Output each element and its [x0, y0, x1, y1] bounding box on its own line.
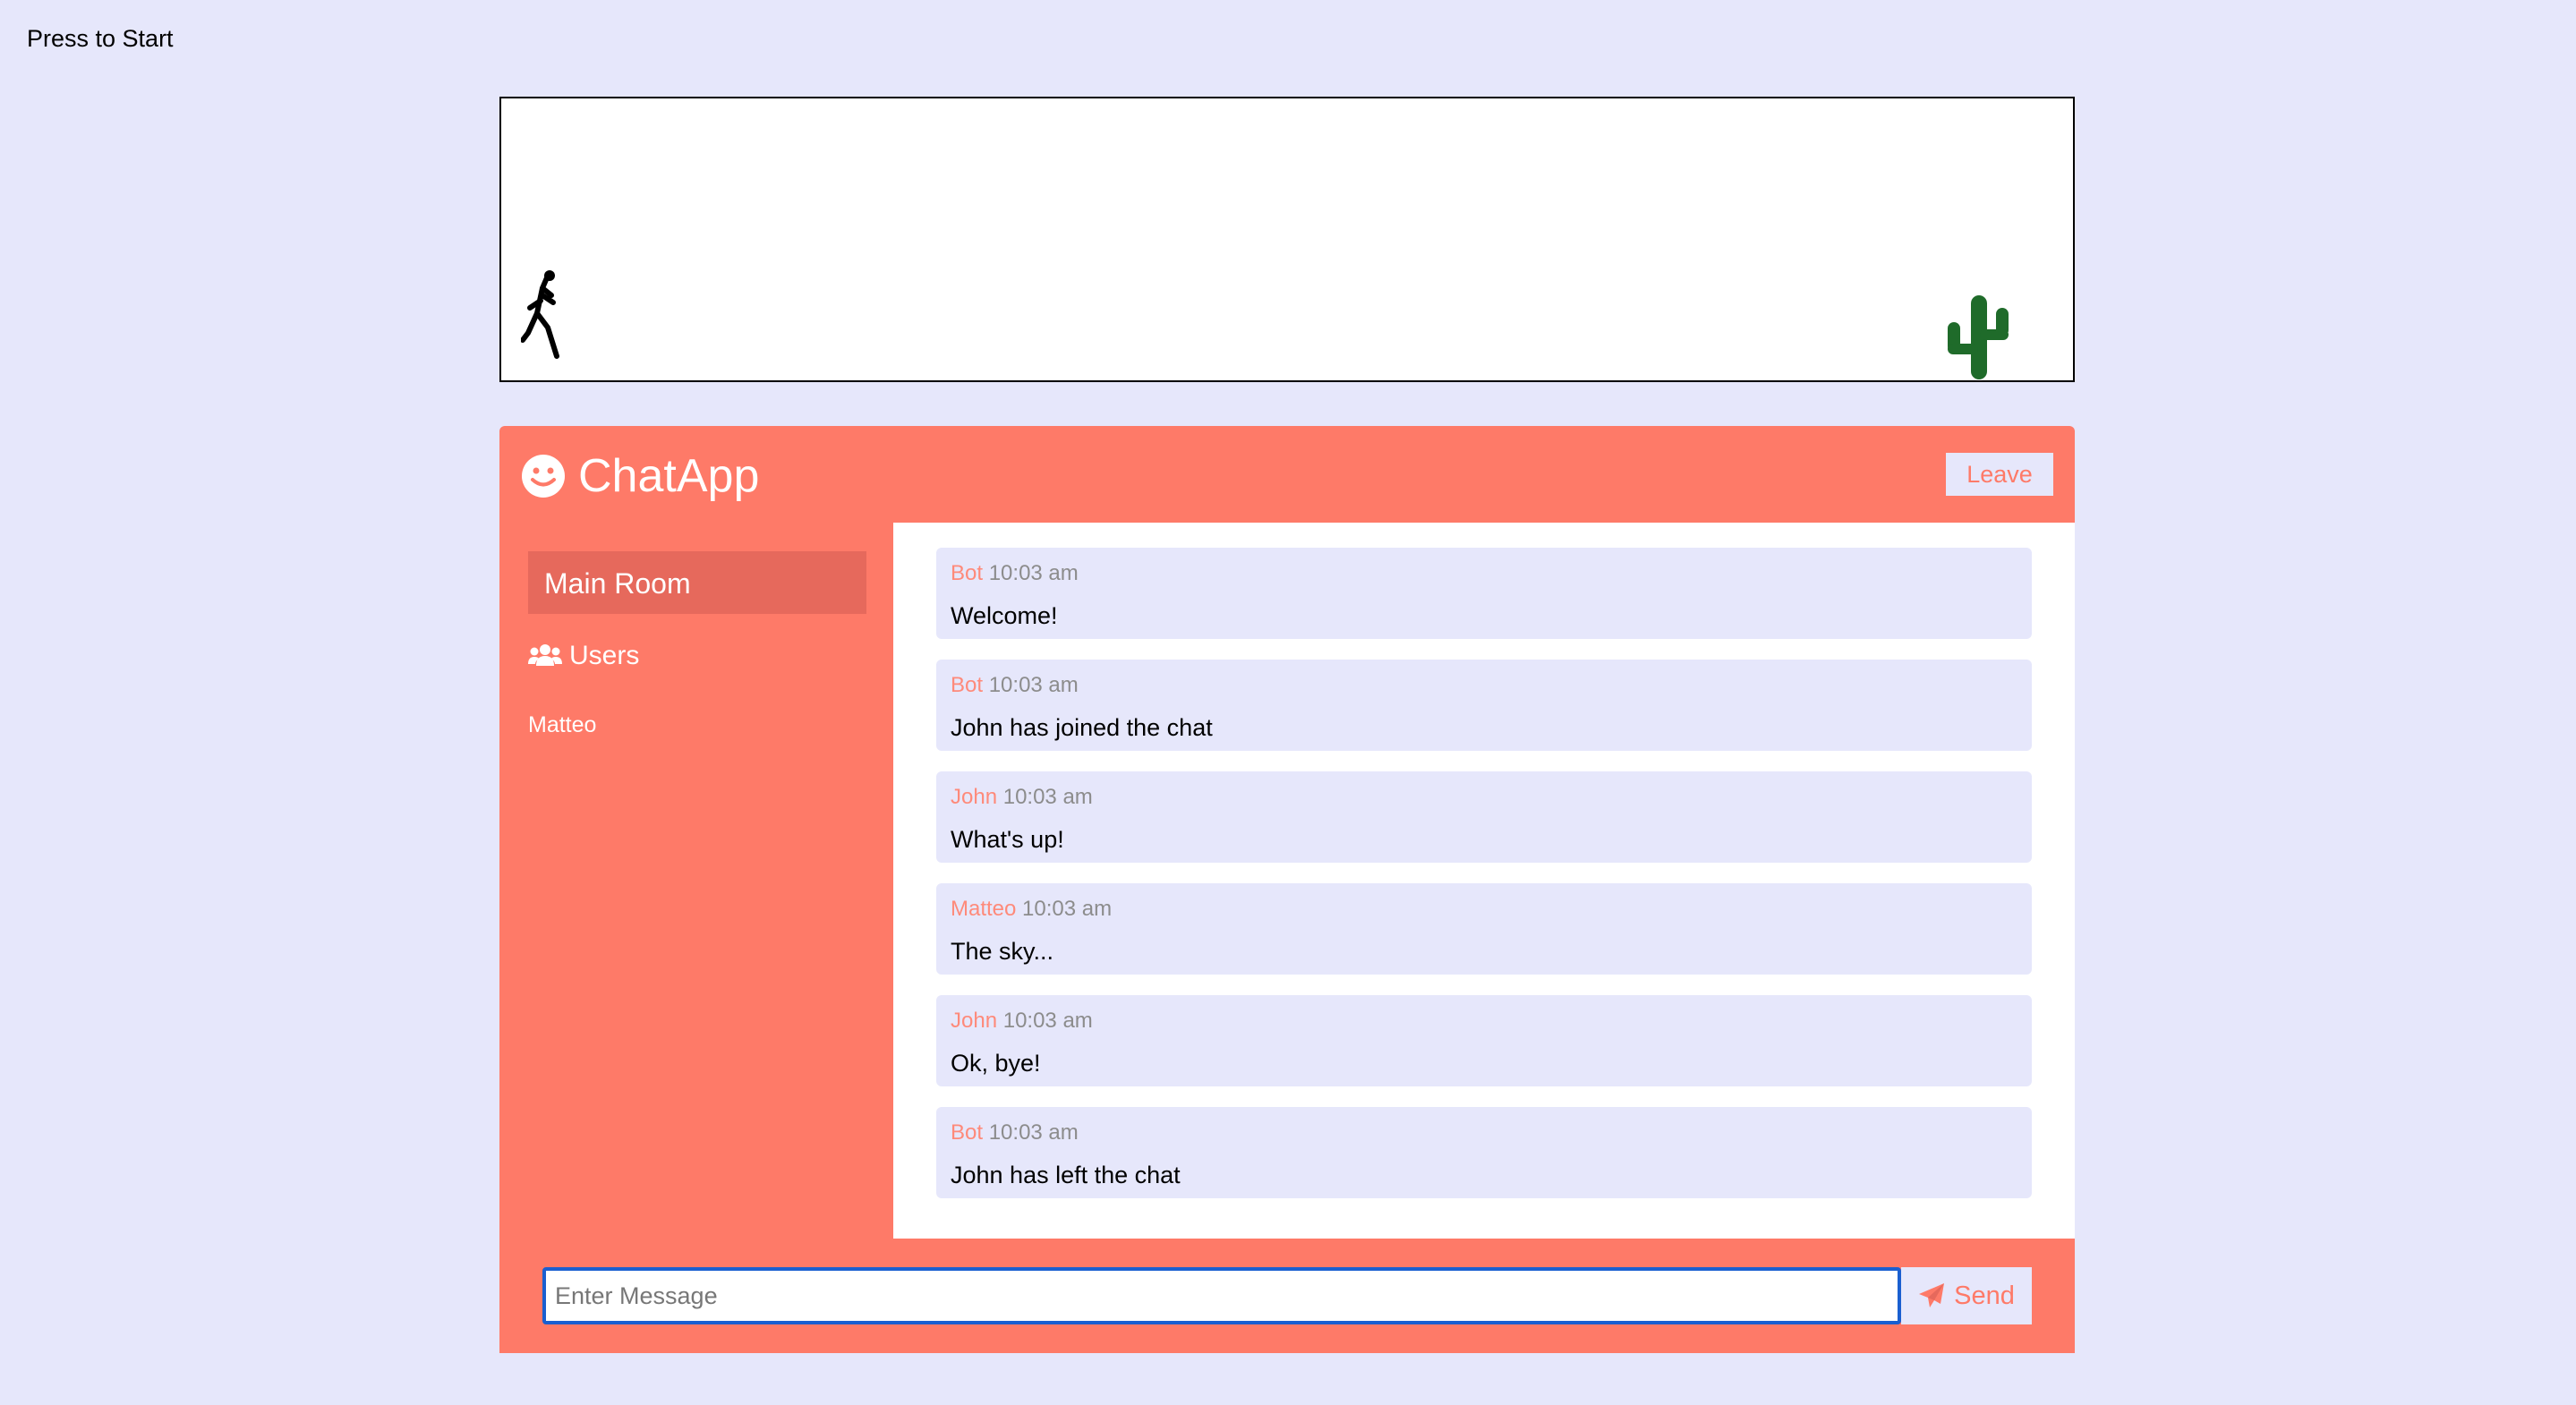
message: Bot 10:03 am John has left the chat [936, 1107, 2032, 1198]
message-meta: John 10:03 am [951, 1009, 2032, 1034]
chat-app: ChatApp Leave Main Room Users Matteo Bot… [499, 426, 2075, 1353]
users-icon [528, 644, 562, 666]
message-author: Bot [951, 561, 984, 585]
message-text: John has left the chat [951, 1162, 1181, 1188]
send-label: Send [1954, 1281, 2015, 1310]
message: John 10:03 am Ok, bye! [936, 995, 2032, 1086]
message-text: Ok, bye! [951, 1050, 1041, 1077]
cactus-icon [1948, 295, 2009, 379]
message-time: 10:03 am [1002, 1009, 1093, 1033]
users-label: Users [569, 641, 640, 670]
message-text: What's up! [951, 826, 1064, 853]
leave-button[interactable]: Leave [1946, 453, 2053, 496]
message-meta: Bot 10:03 am [951, 561, 2032, 586]
message: Bot 10:03 am Welcome! [936, 548, 2032, 639]
brand: ChatApp [521, 449, 759, 503]
smile-icon [522, 455, 565, 498]
message-text: The sky... [951, 938, 1054, 965]
message-text: John has joined the chat [951, 714, 1213, 741]
message: Matteo 10:03 am The sky... [936, 883, 2032, 975]
message-time: 10:03 am [1022, 897, 1113, 921]
message-author: Bot [951, 673, 984, 697]
message-list[interactable]: Bot 10:03 am Welcome! Bot 10:03 am John … [893, 523, 2075, 1239]
message-time: 10:03 am [988, 1120, 1079, 1145]
message-text: Welcome! [951, 602, 1058, 629]
chat-header: ChatApp Leave [499, 426, 2075, 523]
message-author: John [951, 1009, 998, 1033]
app-title: ChatApp [578, 450, 760, 502]
message: John 10:03 am What's up! [936, 771, 2032, 863]
message-author: John [951, 785, 998, 809]
runner-icon [521, 270, 559, 359]
message-composer: Send [499, 1239, 2075, 1353]
message-input[interactable] [542, 1267, 1901, 1324]
press-to-start[interactable]: Press to Start [27, 25, 174, 53]
user-list: Matteo [528, 712, 596, 738]
message-meta: John 10:03 am [951, 785, 2032, 810]
chat-sidebar: Main Room Users Matteo [499, 523, 893, 1239]
message-time: 10:03 am [988, 673, 1079, 697]
send-button[interactable]: Send [1901, 1267, 2032, 1324]
game-canvas[interactable] [499, 97, 2075, 382]
message: Bot 10:03 am John has joined the chat [936, 660, 2032, 751]
message-meta: Matteo 10:03 am [951, 897, 2032, 922]
message-author: Bot [951, 1120, 984, 1145]
message-meta: Bot 10:03 am [951, 673, 2032, 698]
message-meta: Bot 10:03 am [951, 1120, 2032, 1145]
user-item: Matteo [528, 712, 597, 737]
room-name: Main Room [528, 551, 866, 614]
message-time: 10:03 am [1002, 785, 1093, 809]
users-heading: Users [528, 641, 639, 671]
paper-plane-icon [1919, 1283, 1945, 1307]
message-time: 10:03 am [988, 561, 1079, 585]
message-author: Matteo [951, 897, 1017, 921]
